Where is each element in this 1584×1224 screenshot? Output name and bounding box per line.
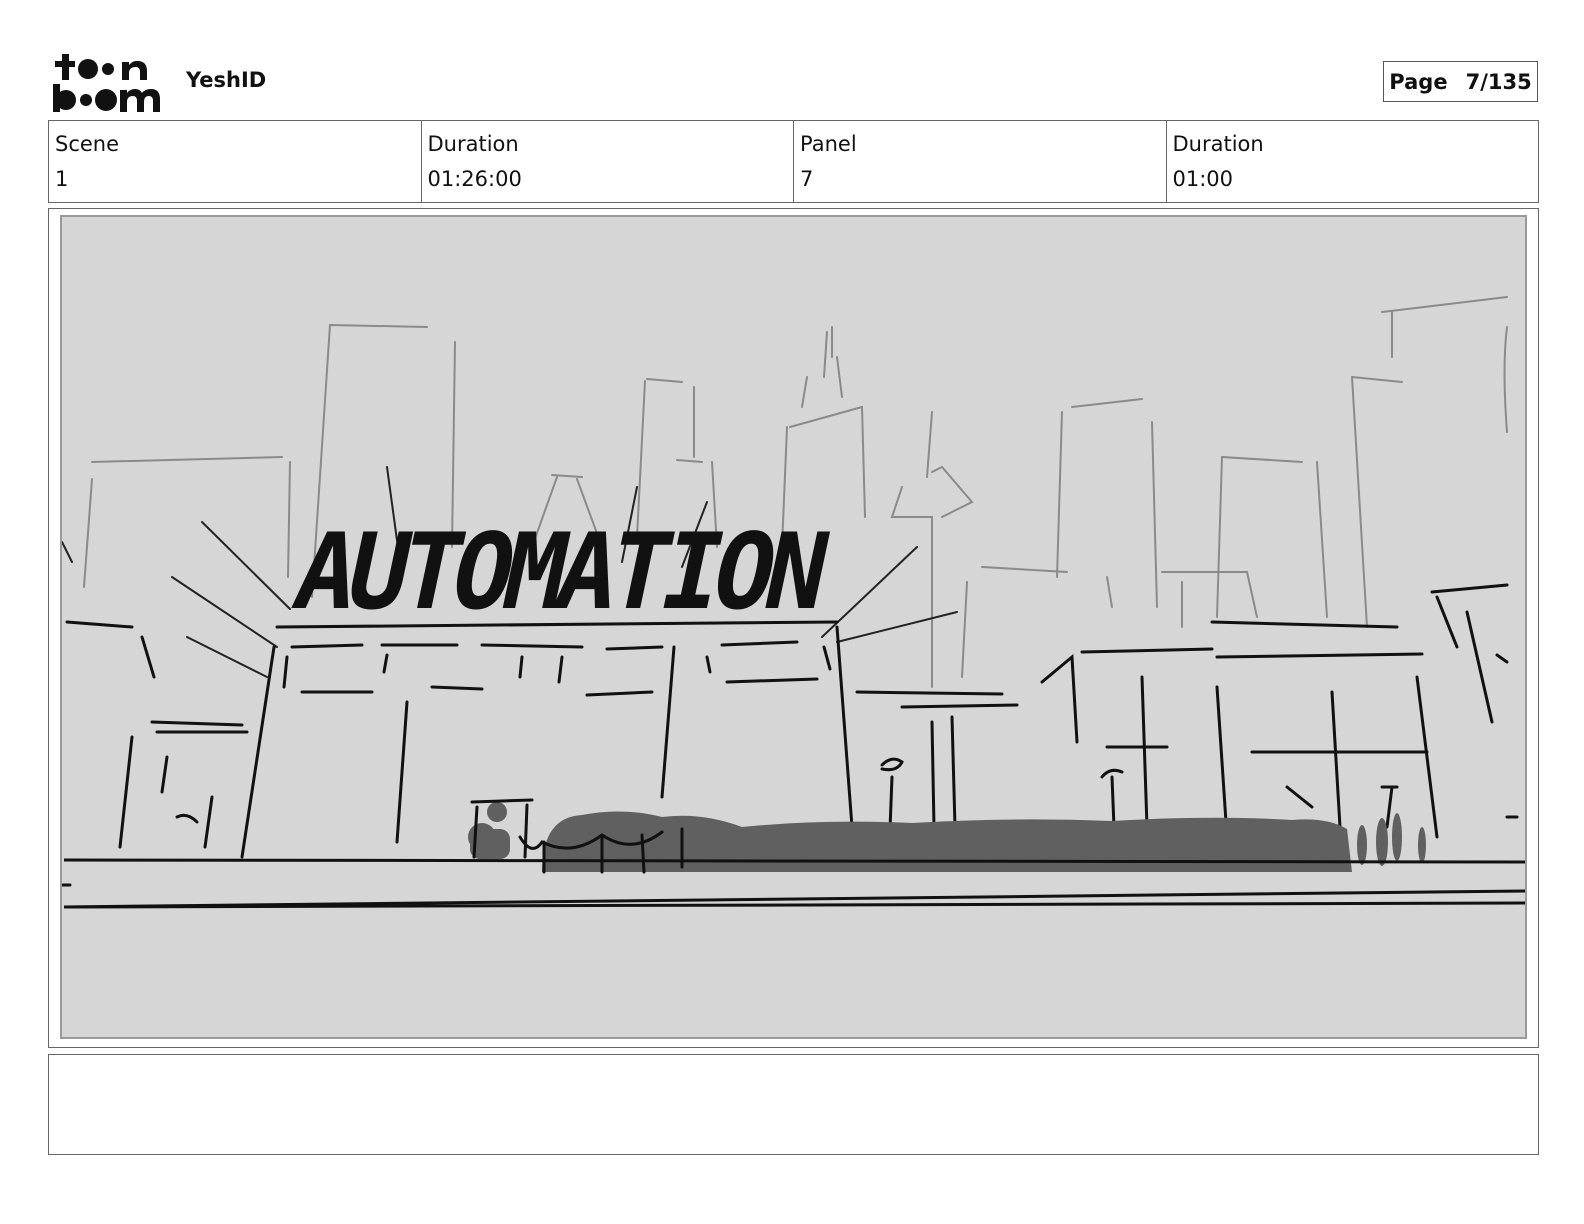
panel-duration-value: 01:00 (1172, 167, 1234, 191)
panel-label: Panel (800, 132, 857, 156)
panel-cell: Panel 7 (794, 121, 1167, 202)
panel-value: 7 (800, 167, 814, 191)
panel-duration-label: Duration (1172, 132, 1264, 156)
sign-text: AUTOMATION (284, 510, 833, 634)
info-table: Scene 1 Duration 01:26:00 Panel 7 Durati… (48, 120, 1539, 203)
scene-value: 1 (55, 167, 69, 191)
page-number: 7/135 (1465, 69, 1532, 94)
scene-label: Scene (55, 132, 120, 156)
notes-box (48, 1054, 1539, 1155)
page-label: Page (1389, 69, 1448, 94)
toonboom-logo (50, 50, 166, 114)
scene-cell: Scene 1 (49, 121, 422, 202)
panel-duration-cell: Duration 01:00 (1167, 121, 1539, 202)
automation-sign: AUTOMATION (284, 510, 845, 640)
project-title: YeshID (186, 68, 267, 92)
page-indicator: Page 7/135 (1383, 61, 1538, 102)
scene-duration-label: Duration (427, 132, 519, 156)
scene-duration-cell: Duration 01:26:00 (422, 121, 794, 202)
scene-duration-value: 01:26:00 (427, 167, 522, 191)
